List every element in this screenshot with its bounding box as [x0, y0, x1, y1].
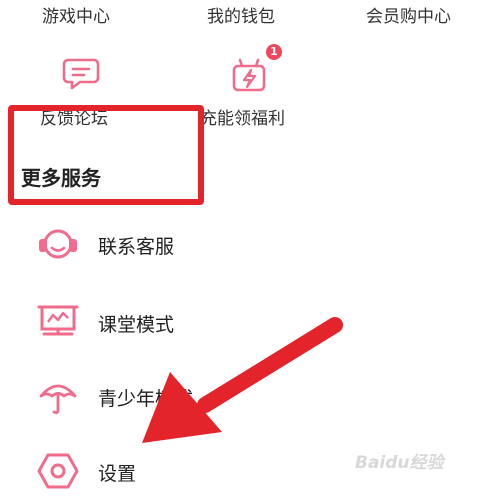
service-item-classroom-mode[interactable]: 课堂模式 — [36, 300, 436, 350]
headset-icon — [39, 229, 77, 259]
service-label: 青少年模式 — [98, 388, 194, 410]
top-row: 游戏中心 我的钱包 会员购中心 — [0, 0, 481, 27]
highlight-box — [8, 105, 204, 205]
settings-hexagon-icon — [37, 453, 79, 489]
service-label: 课堂模式 — [98, 314, 175, 336]
service-item-customer-support[interactable]: 联系客服 — [36, 222, 436, 272]
watermark: Baidu经验 — [355, 453, 444, 473]
gift-lightning-icon — [232, 58, 266, 92]
charge-benefits-label: 充能领福利 — [200, 109, 285, 129]
service-item-teen-mode[interactable]: 青少年模式 — [36, 374, 436, 424]
service-label: 设置 — [98, 463, 137, 485]
notification-badge: 1 — [266, 44, 282, 60]
presentation-board-icon — [37, 305, 79, 336]
charge-benefits-button[interactable]: 1 充能领福利 — [200, 44, 350, 129]
service-label: 联系客服 — [98, 236, 175, 258]
chat-bubble-icon — [62, 58, 100, 90]
my-wallet-link[interactable]: 我的钱包 — [207, 2, 275, 27]
umbrella-icon — [39, 384, 77, 415]
game-center-link[interactable]: 游戏中心 — [42, 2, 110, 27]
vip-shop-link[interactable]: 会员购中心 — [366, 2, 451, 27]
